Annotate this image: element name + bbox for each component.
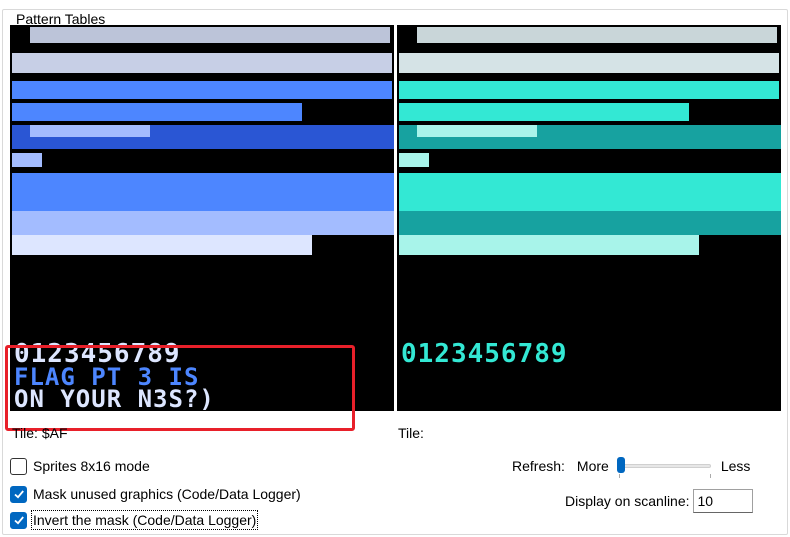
alpha-row-1 [12,81,392,99]
logo-mid [399,211,781,235]
checkmark-icon [13,516,24,525]
slider-track [618,464,711,468]
gfx-block [399,153,429,167]
mask-unused-checkbox[interactable] [10,485,27,503]
checkmark-icon [13,490,24,499]
invert-mask-checkbox[interactable] [10,511,27,529]
sprites-8x16-checkbox[interactable] [10,457,27,475]
slider-tick [709,474,711,478]
alpha-row-2 [12,103,302,121]
pattern-table-left[interactable]: 0123456789 FLAG PT 3 IS ON YOUR N3S?) [10,25,394,411]
pattern-table-right[interactable]: 0123456789 [397,25,781,411]
gfx-row-light [30,125,150,137]
tile-label-left: Tile: $AF [12,425,68,441]
invert-mask-label: Invert the mask (Code/Data Logger) [30,510,259,530]
refresh-less-label: Less [720,458,751,474]
alpha-row-1 [399,81,779,99]
refresh-control: Refresh: More Less [512,455,751,478]
scanline-label: Display on scanline: [565,493,690,509]
digits-row [12,53,392,73]
refresh-label: Refresh: [512,458,565,474]
invert-mask-option[interactable]: Invert the mask (Code/Data Logger) [10,509,259,531]
mask-unused-label: Mask unused graphics (Code/Data Logger) [33,486,301,502]
mask-unused-option[interactable]: Mask unused graphics (Code/Data Logger) [10,483,301,505]
logo-bottom [399,235,699,255]
sprites-8x16-option[interactable]: Sprites 8x16 mode [10,455,150,477]
digits-row [399,53,779,73]
right-digits: 0123456789 [401,339,568,369]
logo-top [12,173,394,211]
tile-label-right: Tile: [398,425,424,441]
slider-thumb[interactable] [616,457,625,473]
gfx-block [12,153,42,167]
punct-row [30,27,390,43]
punct-row [417,27,777,43]
logo-mid [12,211,394,235]
alpha-row-2 [399,103,689,121]
slider-tick [618,474,620,478]
left-message-line-2: ON YOUR N3S?) [14,385,215,411]
scanline-control: Display on scanline: [565,489,753,513]
refresh-slider[interactable] [615,455,715,478]
refresh-more-label: More [576,458,609,474]
logo-bottom [12,235,312,255]
logo-top [399,173,781,211]
scanline-input[interactable] [692,489,753,513]
gfx-row-light [417,125,537,137]
sprites-8x16-label: Sprites 8x16 mode [33,458,150,474]
